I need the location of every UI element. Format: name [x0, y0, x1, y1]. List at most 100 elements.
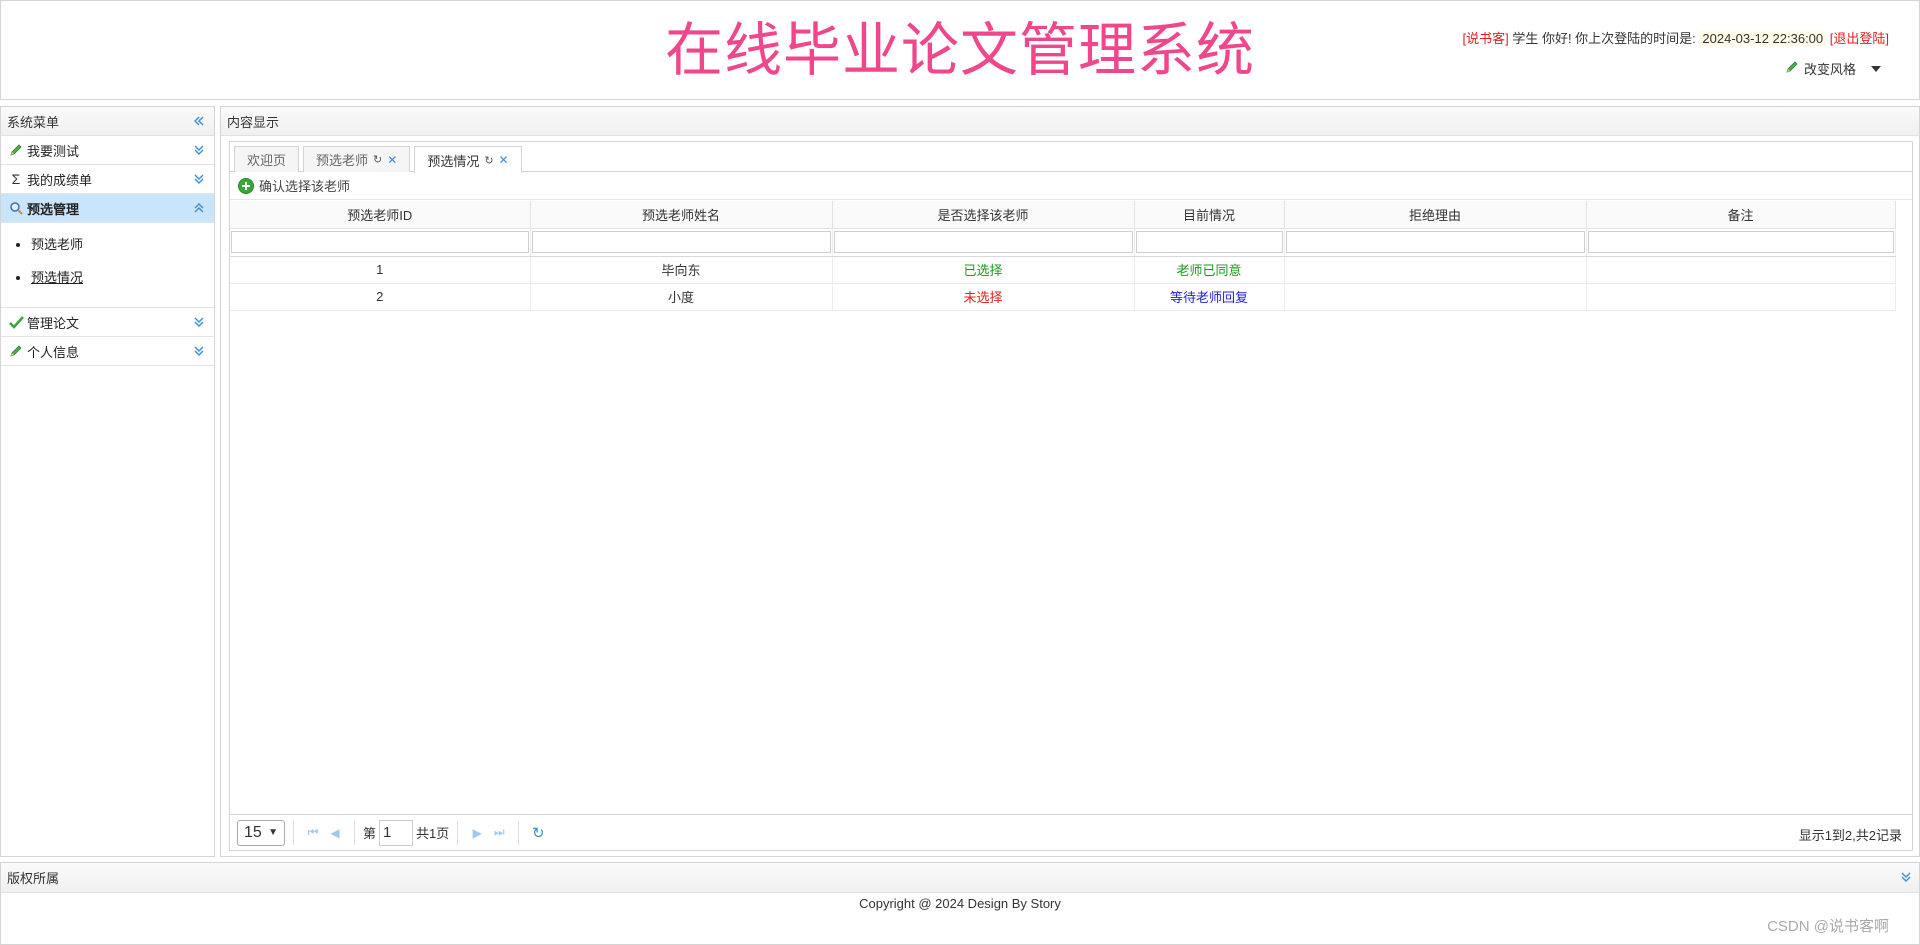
sigma-icon: Σ [11, 171, 21, 187]
column-header[interactable]: 预选老师姓名 [530, 201, 833, 229]
data-grid: 预选老师ID 预选老师姓名 是否选择该老师 目前情况 拒绝理由 备注 1 毕向东… [230, 201, 1912, 311]
close-icon[interactable]: ✕ [387, 153, 397, 167]
collapse-left-icon[interactable] [192, 114, 206, 131]
chevron-down-icon [1871, 65, 1881, 72]
confirm-select-teacher-button[interactable]: 确认选择该老师 [259, 176, 350, 195]
pager-info: 显示1到2,共2记录 [1798, 828, 1902, 843]
cell-id: 2 [230, 283, 531, 311]
footer-header: 版权所属 [1, 863, 1919, 893]
sidebar-item-thesis[interactable]: 管理论文 [1, 308, 214, 337]
close-icon[interactable]: ✕ [499, 153, 509, 167]
column-header[interactable]: 预选老师ID [230, 201, 531, 229]
pencil-icon [1785, 60, 1799, 77]
chevron-up-icon [192, 201, 206, 218]
column-header[interactable]: 目前情况 [1134, 201, 1285, 229]
preselect-submenu: 预选老师 预选情况 [1, 223, 214, 308]
sidebar-item-label: 我要测试 [27, 143, 80, 159]
sidebar-item-label: 预选管理 [27, 201, 80, 217]
column-header[interactable]: 是否选择该老师 [832, 201, 1135, 229]
column-header[interactable]: 拒绝理由 [1284, 201, 1587, 229]
page-number-input[interactable]: 1 [379, 819, 414, 846]
last-login-time: 2024-03-12 22:36:00 [1699, 31, 1827, 46]
column-header[interactable]: 备注 [1586, 201, 1896, 229]
cell-reason [1284, 283, 1587, 311]
prev-page-icon[interactable]: ◀ [324, 822, 346, 844]
user-tag: [说书客] [1462, 31, 1509, 46]
footer-title: 版权所属 [7, 871, 60, 886]
sidebar-item-preselect[interactable]: 预选管理 [1, 194, 214, 223]
refresh-icon[interactable]: ↻ [484, 154, 493, 167]
chevron-down-icon [192, 315, 206, 332]
cell-id: 1 [230, 256, 531, 284]
page-size-select[interactable]: 15 ▼ [237, 819, 285, 846]
submenu-item-preselect-status[interactable]: 预选情况 [31, 266, 214, 299]
sidebar: 系统菜单 我要测试 Σ 我的成绩单 预选管理 预选老师 预选情况 [0, 106, 215, 857]
pencil-icon [8, 142, 24, 158]
table-row[interactable]: 2 小度 未选择 等待老师回复 [230, 283, 1896, 311]
sidebar-item-label: 管理论文 [27, 315, 80, 331]
sidebar-header: 系统菜单 [1, 107, 214, 136]
watermark-text: CSDN @说书客啊 [1767, 918, 1889, 935]
header: 在线毕业论文管理系统 [说书客] 学生 你好! 你上次登陆的时间是: 2024-… [0, 0, 1920, 100]
cell-status: 老师已同意 [1134, 256, 1285, 284]
chevron-down-icon [192, 344, 206, 361]
tabs-container: 欢迎页 预选老师 ↻ ✕ 预选情况 ↻ ✕ 确认选择该老师 预选老师ID 预选老… [229, 141, 1913, 851]
chevron-down-icon[interactable] [1899, 870, 1913, 887]
tab-preselect-status[interactable]: 预选情况 ↻ ✕ [414, 146, 522, 173]
filter-row [230, 228, 1896, 257]
sidebar-item-label: 个人信息 [27, 344, 80, 360]
last-page-icon[interactable]: ⏭ [488, 822, 510, 844]
next-page-icon[interactable]: ▶ [466, 822, 488, 844]
filter-input[interactable] [231, 231, 529, 253]
cell-note [1586, 283, 1896, 311]
grid-toolbar: 确认选择该老师 [230, 172, 1912, 200]
footer: 版权所属 Copyright @ 2024 Design By Story CS… [0, 862, 1920, 945]
pagination-bar: 15 ▼ ⏮ ◀ 第 1 共1页 ▶ ⏭ ↻ 显示1到2,共2记录 [230, 814, 1912, 850]
page-total: 共1页 [416, 826, 450, 841]
copyright-text: Copyright @ 2024 Design By Story [859, 896, 1061, 911]
divider [457, 820, 459, 845]
change-style-label: 改变风格 [1803, 62, 1856, 77]
content-header: 内容显示 [221, 107, 1919, 136]
submenu-item-preselect-teacher[interactable]: 预选老师 [31, 233, 214, 266]
sidebar-item-profile[interactable]: 个人信息 [1, 337, 214, 366]
tab-welcome[interactable]: 欢迎页 [234, 146, 300, 172]
filter-input[interactable] [1285, 231, 1585, 253]
greeting-text: 学生 你好! 你上次登陆的时间是: [1512, 31, 1696, 46]
filter-input[interactable] [1587, 231, 1894, 253]
content-title: 内容显示 [227, 114, 280, 130]
refresh-icon[interactable]: ↻ [373, 153, 382, 166]
search-icon [8, 200, 24, 216]
divider [518, 820, 520, 845]
first-page-icon[interactable]: ⏮ [302, 822, 324, 844]
filter-input[interactable] [833, 231, 1133, 253]
tab-strip: 欢迎页 预选老师 ↻ ✕ 预选情况 ↻ ✕ [230, 142, 1912, 173]
content-panel: 内容显示 欢迎页 预选老师 ↻ ✕ 预选情况 ↻ ✕ 确认选择该老师 预选老师I… [220, 106, 1920, 857]
sidebar-item-label: 我的成绩单 [27, 172, 93, 188]
sidebar-item-grades[interactable]: Σ 我的成绩单 [1, 165, 214, 194]
cell-selected: 未选择 [832, 283, 1135, 311]
change-style-dropdown[interactable]: 改变风格 [1785, 59, 1881, 78]
cell-status: 等待老师回复 [1134, 283, 1285, 311]
divider [354, 820, 355, 845]
page-prefix: 第 [363, 826, 377, 841]
refresh-icon[interactable]: ↻ [527, 822, 549, 844]
add-icon [238, 177, 254, 194]
user-bar: [说书客] 学生 你好! 你上次登陆的时间是: 2024-03-12 22:36… [1462, 28, 1889, 47]
cell-reason [1284, 256, 1587, 284]
chevron-down-icon [192, 172, 206, 189]
divider [293, 820, 294, 845]
cell-name: 小度 [530, 283, 833, 311]
cell-selected: 已选择 [832, 256, 1135, 284]
sidebar-item-test[interactable]: 我要测试 [1, 136, 214, 165]
cell-name: 毕向东 [530, 256, 833, 284]
table-row[interactable]: 1 毕向东 已选择 老师已同意 [230, 256, 1896, 284]
tab-preselect-teacher[interactable]: 预选老师 ↻ ✕ [303, 146, 411, 172]
filter-input[interactable] [1135, 231, 1283, 253]
cell-note [1586, 256, 1896, 284]
pencil-icon [8, 343, 24, 359]
check-icon [8, 314, 24, 330]
logout-link[interactable]: [退出登陆] [1830, 31, 1889, 46]
filter-input[interactable] [531, 231, 831, 253]
sidebar-title: 系统菜单 [7, 114, 60, 130]
